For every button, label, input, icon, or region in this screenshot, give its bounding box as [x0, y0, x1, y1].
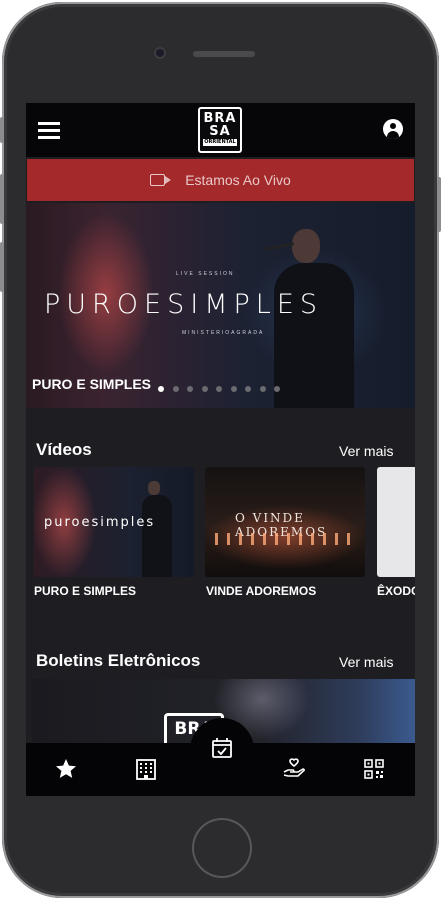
building-icon[interactable] [134, 757, 158, 781]
logo-line-2: SA [209, 124, 231, 139]
carousel-dot[interactable] [216, 386, 222, 392]
hero-caption: PURO E SIMPLES [32, 376, 152, 392]
app-screen: BRA SA ORRIENTAL Estamos Ao Vivo LIVE SE… [26, 103, 415, 796]
qr-code-icon[interactable] [362, 757, 386, 781]
logo-line-3: ORRIENTAL [203, 139, 237, 146]
hamburger-menu-icon[interactable] [38, 122, 60, 139]
star-icon[interactable] [54, 757, 78, 781]
video-camera-icon [150, 174, 172, 186]
hero-small-top-text: LIVE SESSION [176, 271, 235, 277]
videos-see-more-link[interactable]: Ver mais [339, 443, 393, 459]
bottom-navigation [26, 718, 415, 796]
hero-title-art: PUROESIMPLES [44, 289, 324, 320]
volume-up-button [0, 174, 4, 224]
video-card-vinde-adoremos[interactable]: O VINDE ADOREMOS [205, 467, 365, 577]
hero-carousel-slide[interactable]: LIVE SESSION PUROESIMPLES MINISTERIOAGRA… [26, 203, 415, 408]
live-now-label: Estamos Ao Vivo [185, 172, 291, 188]
carousel-dot[interactable] [245, 386, 251, 392]
video-thumb-art: puroesimples [44, 515, 156, 530]
front-camera [156, 49, 164, 57]
bulletins-section-title: Boletins Eletrônicos [36, 651, 201, 670]
carousel-dot[interactable] [230, 386, 237, 392]
carousel-dot[interactable] [274, 386, 280, 392]
carousel-dot[interactable] [201, 386, 208, 392]
bulletins-see-more-link[interactable]: Ver mais [339, 654, 393, 670]
app-logo: BRA SA ORRIENTAL [198, 107, 242, 153]
carousel-dot[interactable] [259, 386, 266, 392]
videos-section-title: Vídeos [36, 440, 92, 459]
hero-small-bottom-text: MINISTERIOAGRADA [182, 330, 265, 336]
carousel-dots [158, 386, 289, 392]
carousel-dot[interactable] [187, 386, 193, 392]
stage-lights [215, 533, 355, 545]
carousel-dot[interactable] [172, 386, 179, 392]
hand-heart-icon[interactable] [282, 757, 306, 781]
earpiece-speaker [193, 51, 255, 57]
calendar-check-icon[interactable] [190, 718, 254, 782]
video-card-label: ÊXODO [377, 584, 415, 598]
video-card-label: PURO E SIMPLES [34, 584, 137, 598]
top-app-bar: BRA SA ORRIENTAL [26, 103, 415, 157]
volume-down-button [0, 242, 4, 292]
mute-switch [0, 117, 4, 143]
carousel-dot[interactable] [158, 386, 164, 392]
live-now-button[interactable]: Estamos Ao Vivo [27, 159, 414, 201]
home-button[interactable] [192, 818, 252, 878]
video-card-label: VINDE ADOREMOS [206, 584, 317, 598]
video-card-exodo[interactable] [377, 467, 415, 577]
video-card-puro-e-simples[interactable]: puroesimples [34, 467, 194, 577]
power-button [437, 177, 441, 232]
account-circle-icon[interactable] [383, 119, 403, 139]
